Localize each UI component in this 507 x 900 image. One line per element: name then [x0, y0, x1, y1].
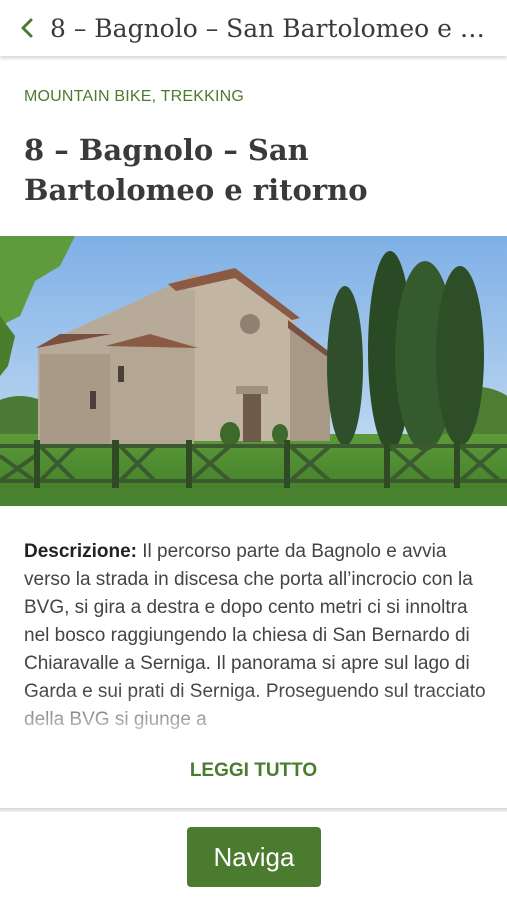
- read-more-link[interactable]: LEGGI TUTTO: [0, 760, 507, 782]
- app-header: 8 – Bagnolo – San Bartolomeo e ritorno: [0, 0, 507, 56]
- description-fade: [0, 690, 507, 760]
- route-photo: [0, 236, 507, 506]
- description-label: Descrizione: [24, 541, 131, 562]
- chevron-left-icon: [21, 18, 33, 38]
- header-title: 8 – Bagnolo – San Bartolomeo e ritorno: [50, 13, 490, 43]
- route-category: MOUNTAIN BIKE, TREKKING: [24, 88, 245, 105]
- route-title: 8 – Bagnolo – San Bartolomeo e ritorno: [24, 133, 368, 207]
- bottom-divider: [0, 808, 507, 812]
- navigate-button[interactable]: Naviga: [187, 827, 321, 887]
- back-button[interactable]: [8, 0, 46, 56]
